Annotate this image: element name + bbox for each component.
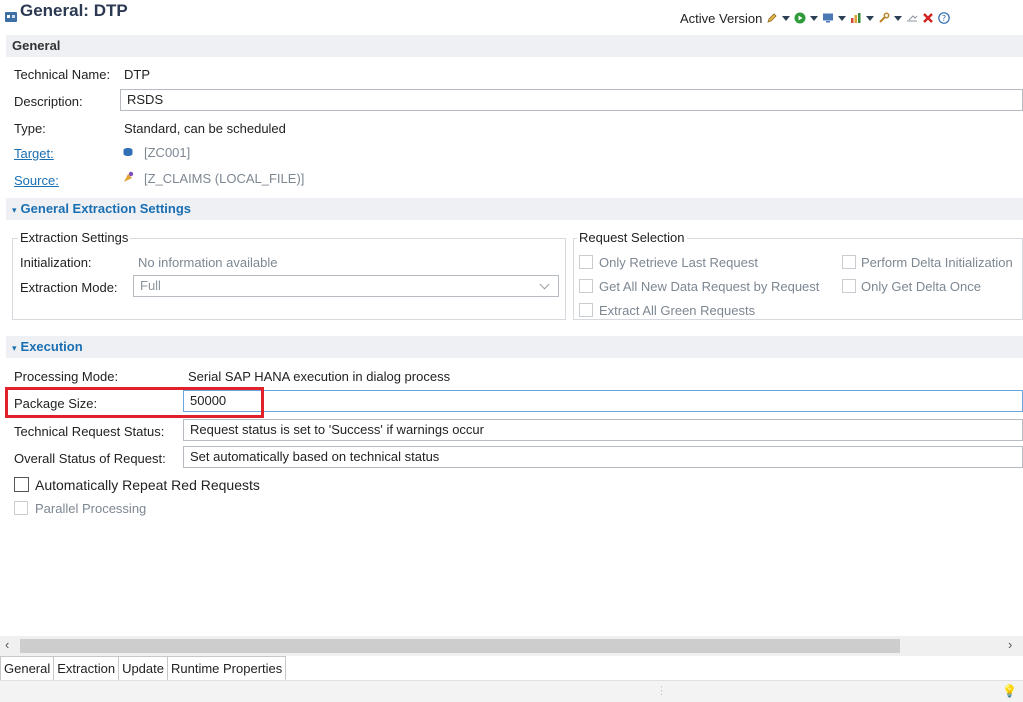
editor-title: General: DTP <box>20 1 128 20</box>
chevron-down-icon[interactable] <box>782 15 790 21</box>
perform-delta-init-label: Perform Delta Initialization <box>861 255 1013 270</box>
chevron-down-icon[interactable] <box>866 15 874 21</box>
general-section-header: General <box>6 35 1023 57</box>
source-value: [Z_CLAIMS (LOCAL_FILE)] <box>144 171 305 186</box>
request-selection-group-title: Request Selection <box>577 230 687 245</box>
tab-runtime-properties[interactable]: Runtime Properties <box>167 657 287 681</box>
extraction-settings-section-title: ▾ General Extraction Settings <box>12 201 192 216</box>
wrench-icon[interactable] <box>878 12 890 24</box>
execution-section-header[interactable]: ▾ Execution <box>6 336 1023 358</box>
perform-delta-init-checkbox[interactable] <box>842 255 856 269</box>
tab-update[interactable]: Update <box>119 657 168 681</box>
parallel-processing-label: Parallel Processing <box>35 501 147 516</box>
editor-tabs: General Extraction Update Runtime Proper… <box>0 656 287 681</box>
initialization-label: Initialization: <box>20 255 92 270</box>
processing-mode-value: Serial SAP HANA execution in dialog proc… <box>188 369 451 384</box>
extract-all-green-label: Extract All Green Requests <box>599 303 756 318</box>
collapse-caret-icon: ▾ <box>12 205 17 215</box>
technical-request-status-select[interactable]: Request status is set to 'Success' if wa… <box>183 419 1023 441</box>
scrollbar-thumb[interactable] <box>20 639 900 653</box>
only-get-delta-once-label: Only Get Delta Once <box>861 279 981 294</box>
auto-repeat-red-label: Automatically Repeat Red Requests <box>35 477 260 493</box>
technical-name-value: DTP <box>124 67 150 82</box>
initialization-value: No information available <box>138 255 278 270</box>
overall-status-select[interactable]: Set automatically based on technical sta… <box>183 446 1023 468</box>
version-label: Active Version <box>680 11 763 26</box>
monitor-icon[interactable] <box>822 12 834 24</box>
package-size-field[interactable]: 50000 <box>183 390 1023 412</box>
scroll-right-icon[interactable]: › <box>1008 637 1012 652</box>
chevron-down-icon[interactable] <box>894 15 902 21</box>
tab-general[interactable]: General <box>0 657 55 681</box>
flag-icon[interactable] <box>906 12 918 24</box>
package-size-highlight <box>5 387 264 418</box>
chevron-down-icon[interactable] <box>810 15 818 21</box>
description-label: Description: <box>14 94 83 109</box>
extraction-mode-value: Full <box>140 278 161 293</box>
svg-text:?: ? <box>942 14 946 23</box>
editor-header: General: DTP Active Version ? <box>0 0 1023 34</box>
chart-icon[interactable] <box>850 12 862 24</box>
get-all-new-data-label: Get All New Data Request by Request <box>599 279 820 294</box>
lightbulb-icon[interactable]: 💡 <box>1002 684 1017 698</box>
auto-repeat-red-checkbox[interactable] <box>14 477 29 492</box>
get-all-new-data-checkbox[interactable] <box>579 279 593 293</box>
overall-status-label: Overall Status of Request: <box>14 451 166 466</box>
only-retrieve-last-request-label: Only Retrieve Last Request <box>599 255 758 270</box>
horizontal-scrollbar[interactable]: ‹ › <box>0 636 1023 656</box>
chevron-down-icon <box>539 279 550 290</box>
scroll-left-icon[interactable]: ‹ <box>5 637 9 652</box>
status-divider: ⋮ <box>656 685 667 697</box>
type-value: Standard, can be scheduled <box>124 121 286 136</box>
only-retrieve-last-request-checkbox[interactable] <box>579 255 593 269</box>
extraction-mode-select[interactable]: Full <box>133 275 559 297</box>
edit-icon[interactable] <box>766 12 778 24</box>
technical-name-label: Technical Name: <box>14 67 111 82</box>
technical-request-status-label: Technical Request Status: <box>14 424 165 439</box>
datasource-icon <box>124 171 134 182</box>
run-icon[interactable] <box>794 12 806 24</box>
dtp-icon <box>5 12 17 22</box>
source-link[interactable]: Source: <box>14 173 59 188</box>
general-section-title: General <box>12 38 61 53</box>
close-icon[interactable] <box>922 12 934 24</box>
target-value: [ZC001] <box>144 145 191 160</box>
execution-section-title: ▾ Execution <box>12 339 83 354</box>
parallel-processing-checkbox[interactable] <box>14 501 28 515</box>
description-field[interactable]: RSDS <box>120 89 1023 111</box>
extraction-mode-label: Extraction Mode: <box>20 280 118 295</box>
infocube-icon <box>123 148 133 156</box>
processing-mode-label: Processing Mode: <box>14 369 119 384</box>
toolbar: ? <box>766 9 950 27</box>
status-bar: ⋮ 💡 <box>0 680 1023 702</box>
type-label: Type: <box>14 121 46 136</box>
collapse-caret-icon: ▾ <box>12 343 17 353</box>
tab-extraction[interactable]: Extraction <box>54 657 120 681</box>
extraction-settings-section-header[interactable]: ▾ General Extraction Settings <box>6 198 1023 220</box>
chevron-down-icon[interactable] <box>838 15 846 21</box>
extract-all-green-checkbox[interactable] <box>579 303 593 317</box>
extraction-settings-group-title: Extraction Settings <box>18 230 131 245</box>
only-get-delta-once-checkbox[interactable] <box>842 279 856 293</box>
help-icon[interactable]: ? <box>938 12 950 24</box>
target-link[interactable]: Target: <box>14 146 54 161</box>
